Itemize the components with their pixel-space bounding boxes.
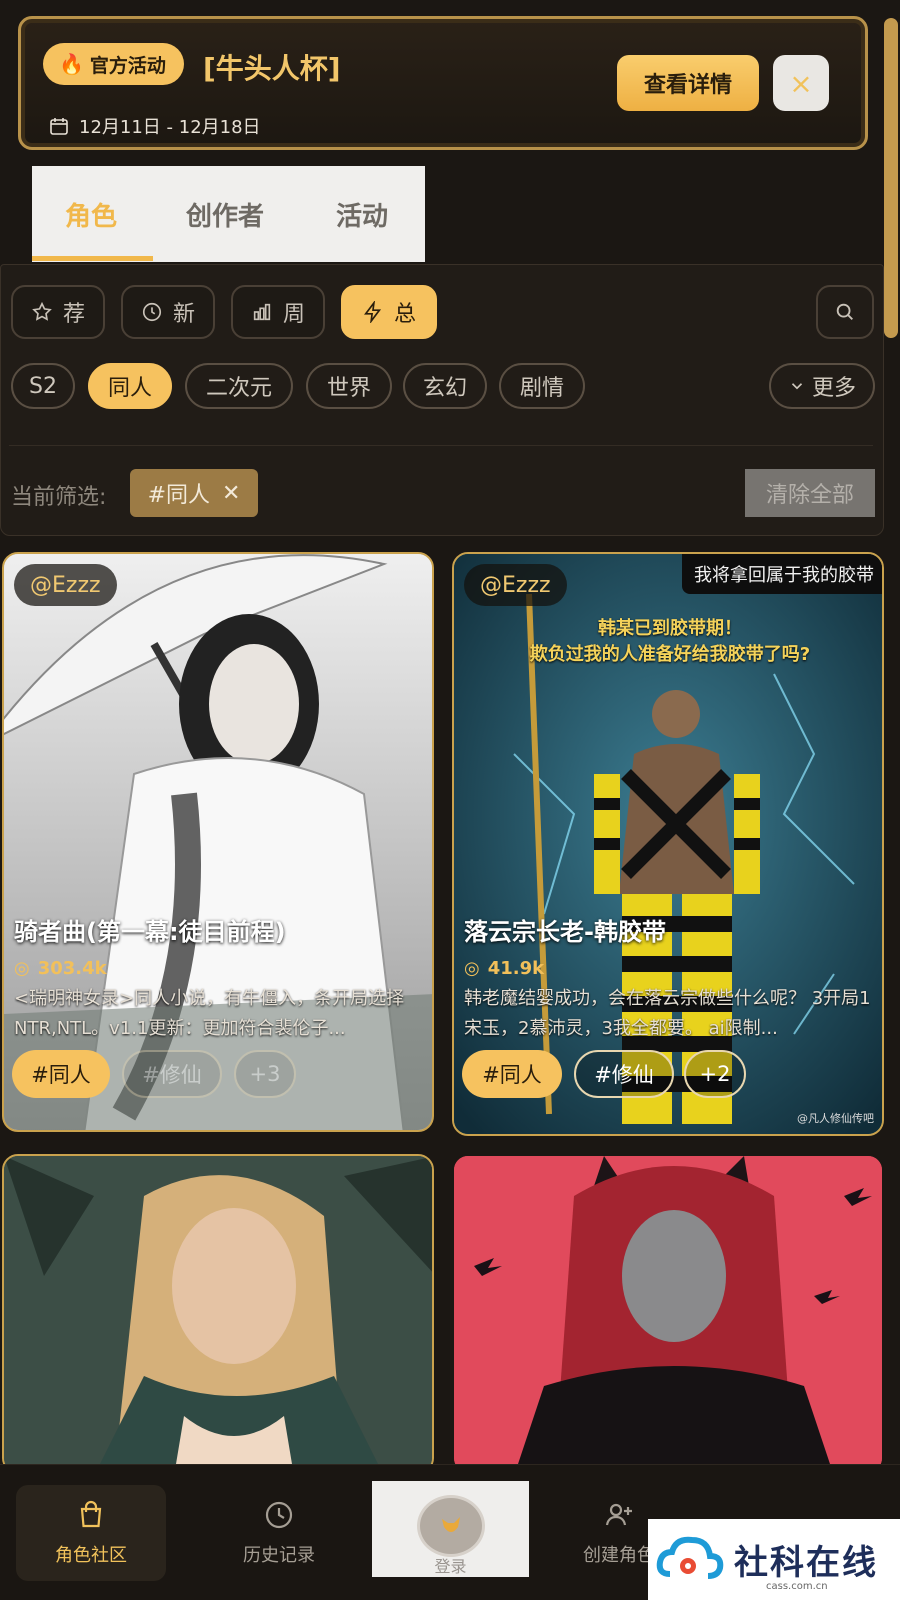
nav-label: 创建角色 (583, 1545, 655, 1566)
sort-total-label: 总 (393, 302, 416, 327)
sort-week-label: 周 (282, 302, 305, 327)
watermark-text: 社科在线 (734, 1543, 878, 1583)
character-card[interactable]: @Ezzz 骑者曲(第一幕:徒目前程) ◎ 303.4k <瑞明神女录>同人小说… (2, 552, 434, 1132)
card-stats: ◎ 41.9k (464, 958, 544, 979)
clear-all-button[interactable]: 清除全部 (745, 469, 875, 517)
card-artwork (4, 1156, 432, 1472)
active-tab-indicator (32, 256, 153, 261)
card-description: 韩老魔结婴成功，会在落云宗做些什么呢？ 3开局1宋玉，2慕沛灵，3我全都要。 a… (464, 988, 871, 1039)
chip-fantasy[interactable]: 玄幻 (403, 363, 487, 409)
chip-world[interactable]: 世界 (306, 363, 392, 409)
filter-divider (9, 445, 873, 446)
tab-characters[interactable]: 角色 (65, 196, 117, 233)
card-author[interactable]: @Ezzz (464, 564, 567, 606)
star-icon (32, 301, 52, 321)
watermark-sub: cass.com.cn (766, 1581, 828, 1592)
card-description: <瑞明神女录>同人小说，有牛僵入，条开局选择NTR,NTL。v1.1更新：更加符… (14, 988, 405, 1039)
clock-icon (265, 1501, 293, 1529)
search-icon (836, 303, 853, 320)
card-title: 落云宗长老-韩胶带 (464, 918, 666, 946)
close-icon: × (789, 66, 813, 100)
nav-label: 登录 (434, 1557, 467, 1576)
poster-text: 韩某已到胶带期！ 欺负过我的人准备好给我胶带了吗? (454, 616, 882, 668)
tab-events[interactable]: 活动 (336, 196, 388, 233)
card-tag-more[interactable]: +2 (684, 1050, 746, 1098)
nav-label: 角色社区 (55, 1545, 127, 1566)
card-title: 骑者曲(第一幕:徒目前程) (14, 918, 286, 946)
clock-icon (142, 302, 162, 322)
character-card[interactable]: 我将拿回属于我的胶带 韩某已到胶带期！ 欺负过我的人准备好给我胶带了吗? @Ez… (452, 552, 884, 1136)
nav-character-community[interactable]: 角色社区 (16, 1485, 166, 1581)
card-artwork (4, 554, 432, 1130)
poster-line: 欺负过我的人准备好给我胶带了吗? (529, 644, 811, 665)
close-banner-button[interactable]: × (773, 55, 829, 111)
official-activity-label: 官方活动 (89, 54, 166, 77)
filter-panel: 荐 新 周 总 S2 同人 二次元 世界 玄幻 剧情 更多 当前筛选: #同人 … (0, 264, 884, 536)
card-tag[interactable]: #同人 (462, 1050, 562, 1098)
character-card[interactable] (452, 1154, 884, 1474)
fire-icon: 🔥 (59, 52, 84, 76)
flame-icon: ◎ (464, 958, 480, 979)
chip-s2[interactable]: S2 (11, 363, 75, 409)
current-filter-tag[interactable]: #同人 ✕ (130, 469, 258, 517)
sort-new-button[interactable]: 新 (121, 285, 215, 339)
watermark-logo: 社科在线 cass.com.cn (648, 1519, 900, 1600)
banner-title: [牛头人杯] (203, 52, 341, 85)
activity-banner: 🔥 官方活动 [牛头人杯] 12月11日 - 12月18日 查看详情 × (18, 16, 868, 150)
view-details-button[interactable]: 查看详情 (617, 55, 759, 111)
card-tag-more[interactable]: +3 (234, 1050, 296, 1098)
nav-history[interactable]: 历史记录 (204, 1485, 354, 1581)
flame-icon: ◎ (14, 958, 30, 979)
nav-login[interactable]: 登录 (372, 1481, 529, 1577)
sort-recommended-button[interactable]: 荐 (11, 285, 105, 339)
more-button[interactable]: 更多 (769, 363, 875, 409)
card-tag[interactable]: #同人 (12, 1050, 110, 1098)
bar-chart-icon (253, 303, 271, 321)
character-card[interactable] (2, 1154, 434, 1474)
lightning-icon (364, 301, 382, 323)
banner-date: 12月11日 - 12月18日 (49, 113, 261, 139)
avatar (416, 1495, 485, 1557)
sort-new-label: 新 (172, 302, 195, 327)
card-author[interactable]: @Ezzz (14, 564, 117, 606)
card-tag[interactable]: #修仙 (122, 1050, 222, 1098)
chip-doujin[interactable]: 同人 (88, 363, 172, 409)
more-label: 更多 (811, 376, 856, 401)
chip-anime[interactable]: 二次元 (185, 363, 293, 409)
card-overlay-caption: 我将拿回属于我的胶带 (682, 554, 882, 594)
official-activity-pill: 🔥 官方活动 (43, 43, 184, 85)
sort-week-button[interactable]: 周 (231, 285, 325, 339)
card-tag[interactable]: #修仙 (574, 1050, 674, 1098)
main-tabs: 角色 创作者 活动 (32, 166, 425, 262)
tab-creators[interactable]: 创作者 (186, 196, 264, 233)
sort-recommended-label: 荐 (62, 302, 85, 327)
card-stats: ◎ 303.4k (14, 958, 107, 979)
poster-line: 韩某已到胶带期！ (598, 618, 742, 639)
banner-date-text: 12月11日 - 12月18日 (79, 117, 261, 138)
current-filter-tag-text: #同人 (147, 483, 210, 508)
image-credit: @凡人修仙传吧 (797, 1112, 874, 1125)
remove-filter-icon[interactable]: ✕ (222, 481, 240, 506)
scrollbar[interactable] (884, 18, 898, 338)
cloud-logo-icon (656, 1536, 724, 1579)
shopping-bag-icon (80, 1500, 102, 1528)
chip-story[interactable]: 剧情 (499, 363, 585, 409)
fox-icon (441, 1517, 460, 1532)
sort-total-button[interactable]: 总 (341, 285, 437, 339)
card-stats-value: 41.9k (487, 958, 545, 979)
nav-label: 历史记录 (243, 1545, 315, 1566)
current-filter-label: 当前筛选: (11, 485, 107, 510)
chevron-down-icon (791, 383, 803, 390)
search-button[interactable] (816, 285, 874, 339)
add-user-icon (605, 1503, 632, 1526)
card-stats-value: 303.4k (37, 958, 107, 979)
card-artwork (454, 1156, 882, 1472)
calendar-icon (50, 118, 68, 135)
